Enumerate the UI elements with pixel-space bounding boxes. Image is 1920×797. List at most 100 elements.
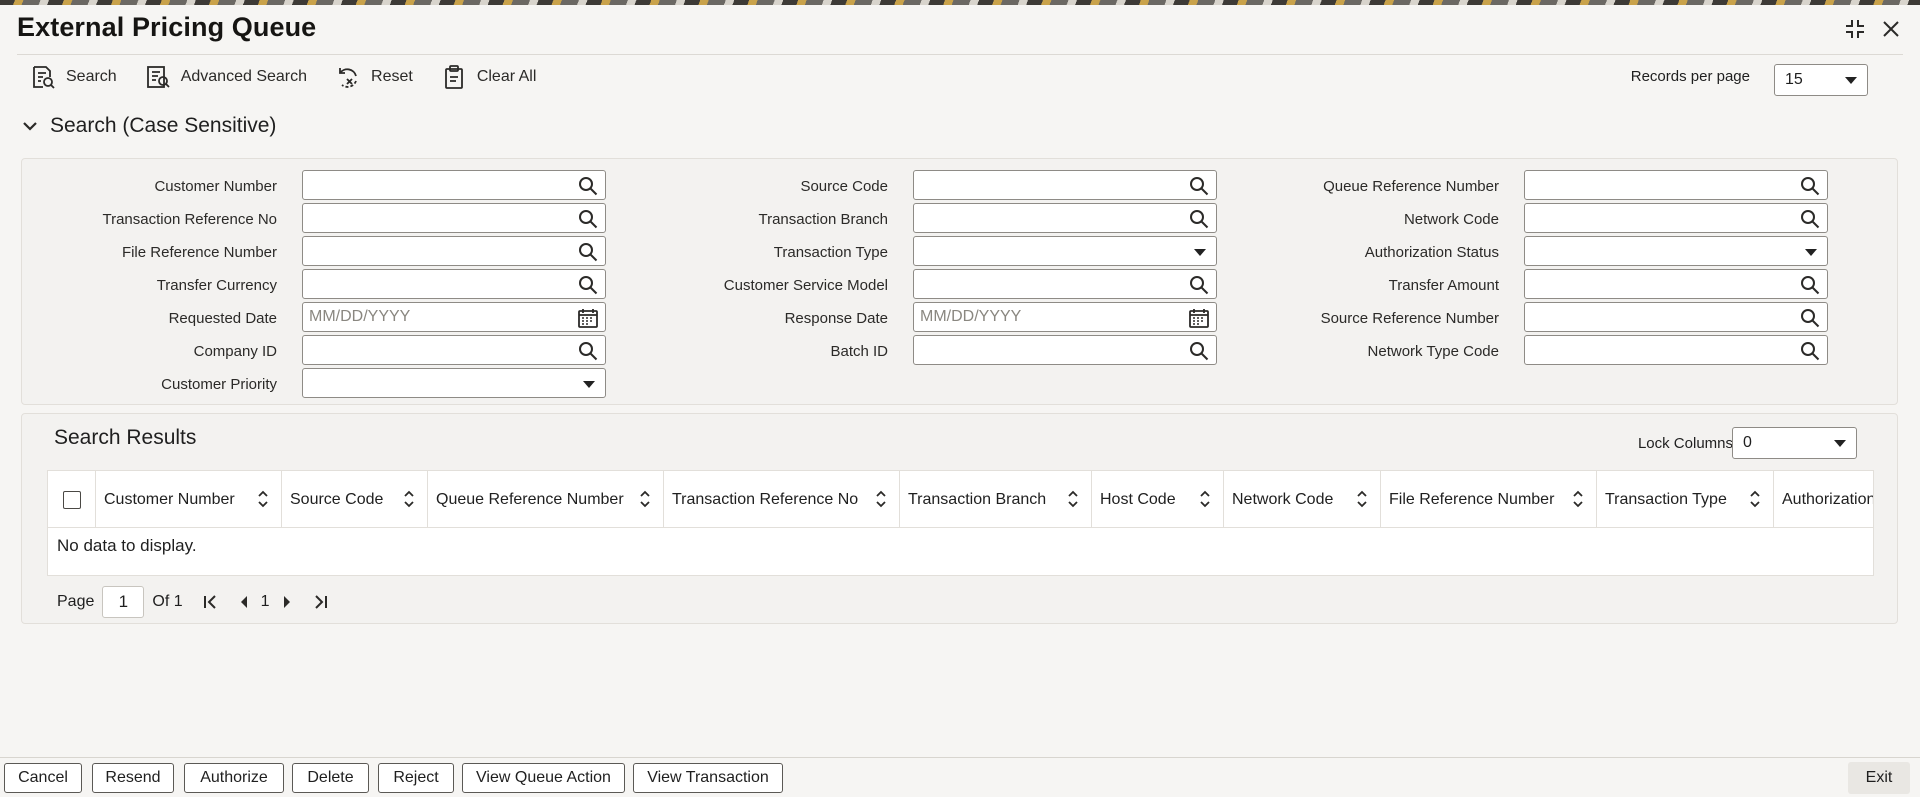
- first-page-icon[interactable]: [201, 593, 219, 611]
- column-header-label: Host Code: [1100, 490, 1176, 508]
- column-header[interactable]: Source Code: [282, 471, 428, 528]
- exit-button[interactable]: Exit: [1848, 762, 1910, 794]
- sort-icon[interactable]: [875, 489, 887, 509]
- search-icon[interactable]: [1188, 340, 1210, 362]
- page-number-input[interactable]: 1: [102, 586, 145, 618]
- search-icon[interactable]: [577, 175, 599, 197]
- customer-number-input[interactable]: [302, 170, 606, 200]
- calendar-icon[interactable]: [1188, 307, 1210, 329]
- sort-icon[interactable]: [1356, 489, 1368, 509]
- source-code-label: Source Code: [800, 178, 888, 195]
- customer-service-model-input[interactable]: [913, 269, 1217, 299]
- sort-icon[interactable]: [403, 489, 415, 509]
- current-page-indicator: 1: [260, 593, 270, 610]
- resend-button[interactable]: Resend: [92, 763, 174, 793]
- source-reference-number-label: Source Reference Number: [1320, 310, 1499, 327]
- column-header[interactable]: Transaction Type: [1597, 471, 1774, 528]
- clear-all-button[interactable]: Clear All: [441, 64, 536, 90]
- search-button[interactable]: Search: [30, 64, 117, 90]
- transfer-currency-label: Transfer Currency: [156, 277, 277, 294]
- column-header[interactable]: Queue Reference Number: [428, 471, 664, 528]
- column-header[interactable]: Customer Number: [96, 471, 282, 528]
- view-queue-action-button[interactable]: View Queue Action: [462, 763, 625, 793]
- sort-icon[interactable]: [1572, 489, 1584, 509]
- advanced-search-button[interactable]: Advanced Search: [145, 64, 307, 90]
- calendar-icon[interactable]: [577, 307, 599, 329]
- search-icon[interactable]: [577, 241, 599, 263]
- source-reference-number-input[interactable]: [1524, 302, 1828, 332]
- search-icon[interactable]: [577, 340, 599, 362]
- next-page-icon[interactable]: [278, 593, 296, 611]
- transfer-currency-input[interactable]: [302, 269, 606, 299]
- search-icon[interactable]: [1799, 208, 1821, 230]
- toolbar: Search Advanced Search Reset Clear All: [30, 64, 536, 90]
- authorization-status-select[interactable]: [1524, 236, 1828, 266]
- requested-date-label: Requested Date: [168, 310, 277, 327]
- queue-reference-number-label: Queue Reference Number: [1323, 178, 1499, 195]
- authorize-button[interactable]: Authorize: [184, 763, 284, 793]
- sort-icon[interactable]: [1067, 489, 1079, 509]
- source-code-input[interactable]: [913, 170, 1217, 200]
- search-icon[interactable]: [577, 208, 599, 230]
- transaction-branch-input[interactable]: [913, 203, 1217, 233]
- network-code-input[interactable]: [1524, 203, 1828, 233]
- column-header[interactable]: Transaction Branch: [900, 471, 1092, 528]
- response-date-label: Response Date: [784, 310, 888, 327]
- search-icon[interactable]: [1188, 208, 1210, 230]
- column-header[interactable]: Authorization: [1774, 471, 1873, 528]
- network-code-label: Network Code: [1403, 211, 1499, 228]
- reset-button[interactable]: Reset: [335, 64, 413, 90]
- view-transaction-button[interactable]: View Transaction: [633, 763, 783, 793]
- column-header[interactable]: Transaction Reference No: [664, 471, 900, 528]
- search-section-title: Search (Case Sensitive): [50, 114, 277, 137]
- network-type-code-input[interactable]: [1524, 335, 1828, 365]
- reject-button[interactable]: Reject: [378, 763, 454, 793]
- sort-icon[interactable]: [639, 489, 651, 509]
- batch-id-input[interactable]: [913, 335, 1217, 365]
- transaction-reference-no-label: Transaction Reference No: [102, 211, 277, 228]
- column-header-label: Transaction Reference No: [672, 490, 859, 508]
- response-date-placeholder: MM/DD/YYYY: [920, 308, 1022, 325]
- records-per-page-label: Records per page: [1630, 68, 1750, 85]
- network-type-code-label: Network Type Code: [1367, 343, 1499, 360]
- search-icon[interactable]: [1188, 274, 1210, 296]
- column-header-label: Network Code: [1232, 490, 1334, 508]
- sort-icon[interactable]: [257, 489, 269, 509]
- lock-columns-select[interactable]: 0: [1732, 427, 1857, 459]
- customer-priority-select[interactable]: [302, 368, 606, 398]
- transaction-branch-label: Transaction Branch: [758, 211, 888, 228]
- requested-date-input[interactable]: MM/DD/YYYY: [302, 302, 606, 332]
- sort-icon[interactable]: [1199, 489, 1211, 509]
- last-page-icon[interactable]: [312, 593, 330, 611]
- company-id-input[interactable]: [302, 335, 606, 365]
- close-icon[interactable]: [1878, 16, 1904, 42]
- search-icon[interactable]: [1799, 340, 1821, 362]
- top-banner-strip: [0, 0, 1920, 5]
- file-reference-number-input[interactable]: [302, 236, 606, 266]
- search-icon[interactable]: [577, 274, 599, 296]
- minimize-icon[interactable]: [1842, 16, 1868, 42]
- sort-icon[interactable]: [1749, 489, 1761, 509]
- authorization-status-label: Authorization Status: [1364, 244, 1499, 261]
- transfer-amount-label: Transfer Amount: [1388, 277, 1499, 294]
- queue-reference-number-input[interactable]: [1524, 170, 1828, 200]
- search-icon[interactable]: [1799, 175, 1821, 197]
- records-per-page-select[interactable]: 15: [1774, 64, 1868, 96]
- previous-page-icon[interactable]: [235, 593, 253, 611]
- transaction-reference-no-input[interactable]: [302, 203, 606, 233]
- transfer-amount-input[interactable]: [1524, 269, 1828, 299]
- delete-button[interactable]: Delete: [292, 763, 369, 793]
- column-header[interactable]: Host Code: [1092, 471, 1224, 528]
- search-icon[interactable]: [1188, 175, 1210, 197]
- column-header[interactable]: File Reference Number: [1381, 471, 1597, 528]
- search-section-toggle[interactable]: Search (Case Sensitive): [22, 114, 276, 138]
- search-button-label: Search: [66, 68, 117, 85]
- select-all-checkbox[interactable]: [62, 490, 81, 509]
- requested-date-placeholder: MM/DD/YYYY: [309, 308, 411, 325]
- search-icon[interactable]: [1799, 274, 1821, 296]
- transaction-type-select[interactable]: [913, 236, 1217, 266]
- column-header[interactable]: Network Code: [1224, 471, 1381, 528]
- response-date-input[interactable]: MM/DD/YYYY: [913, 302, 1217, 332]
- search-icon[interactable]: [1799, 307, 1821, 329]
- cancel-button[interactable]: Cancel: [4, 763, 82, 793]
